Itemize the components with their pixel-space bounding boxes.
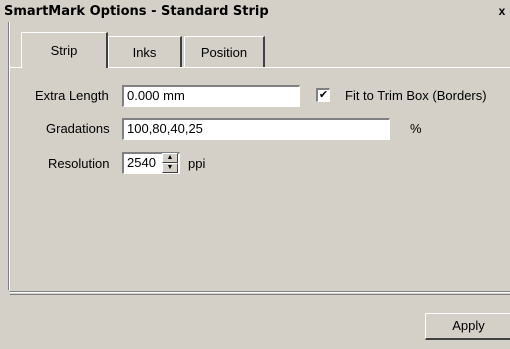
extra-length-input[interactable]: 0.000 mm: [122, 85, 300, 107]
apply-button[interactable]: Apply: [425, 313, 510, 340]
tab-position[interactable]: Position: [184, 36, 265, 67]
spin-up-icon[interactable]: ▲: [162, 153, 178, 163]
frame-border-highlight: [9, 22, 10, 290]
tab-strip[interactable]: Strip: [21, 32, 108, 68]
fit-to-trim-checkbox[interactable]: ✔: [316, 88, 330, 102]
resolution-unit: ppi: [188, 156, 206, 171]
extra-length-label: Extra Length: [35, 88, 109, 103]
fit-to-trim-label: Fit to Trim Box (Borders): [345, 88, 487, 103]
gradations-unit: %: [410, 121, 422, 136]
close-button[interactable]: x: [496, 4, 508, 18]
window-title: SmartMark Options - Standard Strip: [4, 4, 269, 19]
resolution-label: Resolution: [48, 156, 110, 171]
title-bar: SmartMark Options - Standard Strip x: [0, 0, 510, 22]
separator-highlight: [10, 292, 510, 293]
gradations-label: Gradations: [46, 121, 110, 136]
resolution-spinner[interactable]: ▲ ▼: [162, 153, 178, 173]
gradations-input[interactable]: 100,80,40,25: [122, 118, 390, 140]
spin-down-icon[interactable]: ▼: [162, 163, 178, 173]
separator-shadow: [10, 294, 510, 295]
tab-inks[interactable]: Inks: [108, 36, 182, 67]
